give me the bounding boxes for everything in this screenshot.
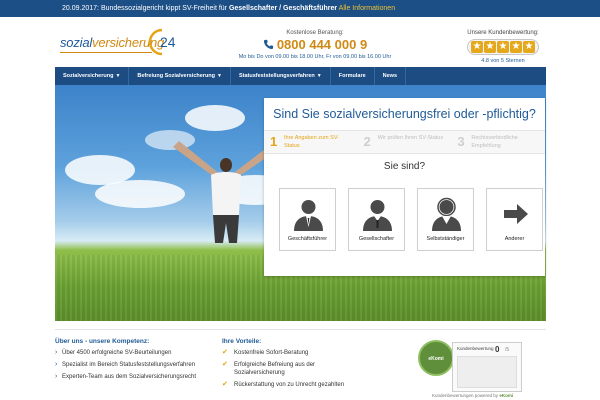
ekomi-label: Kundenbewertung bbox=[457, 346, 494, 351]
nav-item-befreiung[interactable]: Befreiung Sozialversicherung ▼ bbox=[129, 67, 231, 85]
contact-block: Kostenlose Beratung: 0800 444 000 9 Mo b… bbox=[230, 30, 400, 60]
star-icon: ★ bbox=[497, 41, 509, 53]
list-item: Rückerstattung von zu Unrecht gezahlten bbox=[222, 381, 362, 389]
option-geschaeftsfuehrer[interactable]: Geschäftsführer bbox=[279, 188, 336, 251]
cloud bbox=[95, 180, 185, 208]
main-nav: Sozialversicherung ▼ Befreiung Sozialvers… bbox=[55, 67, 546, 85]
nav-item-label: Statusfeststellungsverfahren bbox=[238, 73, 315, 79]
star-icon: ★ bbox=[523, 41, 535, 53]
ekomi-caption: Kundenbewertungen powered by eKomi bbox=[432, 393, 513, 398]
option-anderer[interactable]: Anderer bbox=[486, 188, 543, 251]
logo-underline bbox=[60, 52, 152, 53]
list-item: Experten-Team aus dem Sozialversicherung… bbox=[55, 373, 205, 381]
option-cards: Geschäftsführer Gesellschafter Selbststä… bbox=[279, 188, 543, 251]
chevron-down-icon: ▼ bbox=[316, 73, 322, 79]
about-section: Über uns - unsere Kompetenz: Über 4500 e… bbox=[55, 338, 205, 385]
manager-person-icon bbox=[294, 200, 323, 231]
option-gesellschafter[interactable]: Gesellschafter bbox=[348, 188, 405, 251]
phone-number[interactable]: 0800 444 000 9 bbox=[230, 37, 400, 52]
step-text: Ihre Angaben zum SV-Status bbox=[284, 135, 340, 149]
star-icon: ★ bbox=[510, 41, 522, 53]
list-item: Über 4500 erfolgreiche SV-Beurteilungen bbox=[55, 349, 205, 357]
ekomi-box: Kundenbewertung 0 /5 bbox=[452, 342, 522, 392]
news-text: Bundessozialgericht kippt SV-Freiheit fü… bbox=[100, 5, 227, 12]
cloud bbox=[185, 105, 245, 131]
step-text: Rechtsverbindliche Empfehlung bbox=[471, 135, 518, 149]
rating-block[interactable]: Unsere Kundenbewertung: ★ ★ ★ ★ ★ 4.8 vo… bbox=[464, 30, 542, 64]
star-icon: ★ bbox=[471, 41, 483, 53]
logo[interactable]: sozialversicherung 24 bbox=[60, 28, 180, 58]
contact-hours: Mo bis Do von 09.00 bis 18.00 Uhr, Fr vo… bbox=[238, 54, 392, 60]
option-label: Selbstständiger bbox=[426, 236, 465, 242]
ekomi-widget[interactable]: eKomi Kundenbewertung 0 /5 Kundenbewertu… bbox=[418, 340, 522, 398]
ekomi-brand: eKomi bbox=[499, 393, 514, 398]
ekomi-scale: /5 bbox=[505, 347, 510, 353]
contact-label: Kostenlose Beratung: bbox=[286, 30, 344, 36]
step-2: 2 Wir prüfen Ihren SV-Status bbox=[358, 131, 452, 153]
list-item: Kostenfreie Sofort-Beratung bbox=[222, 349, 362, 357]
nav-item-label: Formulare bbox=[338, 73, 366, 79]
step-number: 1 bbox=[270, 134, 278, 149]
advantages-list: Kostenfreie Sofort-Beratung Erfolgreiche… bbox=[222, 349, 362, 389]
about-list: Über 4500 erfolgreiche SV-Beurteilungen … bbox=[55, 349, 205, 381]
rating-stars: ★ ★ ★ ★ ★ bbox=[467, 39, 539, 55]
phone-number-text: 0800 444 000 9 bbox=[276, 37, 368, 52]
advantages-section: Ihre Vorteile: Kostenfreie Sofort-Beratu… bbox=[222, 338, 362, 393]
freelancer-person-icon bbox=[432, 197, 461, 231]
ekomi-caption-text: Kundenbewertungen powered by bbox=[432, 393, 499, 398]
nav-item-news[interactable]: News bbox=[375, 67, 407, 85]
step-progress: 1 Ihre Angaben zum SV-Status 2 Wir prüfe… bbox=[264, 130, 545, 154]
nav-item-label: Sozialversicherung bbox=[63, 73, 114, 79]
news-date: 20.09.2017: bbox=[62, 5, 99, 12]
chevron-down-icon: ▼ bbox=[115, 73, 121, 79]
panel-subquestion: Sie sind? bbox=[383, 161, 426, 172]
option-label: Gesellschafter bbox=[358, 236, 395, 242]
step-3: 3 Rechtsverbindliche Empfehlung bbox=[451, 131, 545, 153]
nav-item-sozialversicherung[interactable]: Sozialversicherung ▼ bbox=[55, 67, 130, 85]
step-text: Wir prüfen Ihren SV-Status bbox=[377, 135, 444, 141]
step-number: 2 bbox=[363, 134, 371, 149]
ekomi-count: 0 bbox=[495, 345, 500, 354]
arrow-right-icon bbox=[504, 204, 528, 224]
news-bar: 20.09.2017: Bundessozialgericht kippt SV… bbox=[0, 0, 600, 17]
nav-item-formulare[interactable]: Formulare bbox=[331, 67, 375, 85]
nav-item-label: Befreiung Sozialversicherung bbox=[137, 73, 216, 79]
chevron-down-icon: ▼ bbox=[217, 73, 222, 79]
rating-score: 4.8 von 5 Sternen bbox=[481, 58, 525, 64]
logo-text-main: sozial bbox=[60, 35, 93, 50]
step-1: 1 Ihre Angaben zum SV-Status bbox=[264, 131, 358, 153]
option-selbststaendiger[interactable]: Selbstständiger bbox=[417, 188, 474, 251]
ekomi-preview bbox=[457, 356, 517, 388]
question-panel: Sind Sie sozialversicherungsfrei oder -p… bbox=[264, 98, 545, 276]
logo-number: 24 bbox=[160, 34, 176, 50]
star-icon: ★ bbox=[484, 41, 496, 53]
panel-question: Sind Sie sozialversicherungsfrei oder -p… bbox=[273, 107, 536, 121]
news-highlight: Gesellschafter / Geschäftsführer bbox=[228, 5, 338, 12]
step-number: 3 bbox=[457, 134, 465, 149]
section-divider bbox=[55, 329, 546, 330]
news-link[interactable]: Alle Informationen bbox=[339, 5, 395, 12]
ekomi-seal: eKomi bbox=[418, 340, 454, 376]
option-label: Geschäftsführer bbox=[287, 236, 328, 242]
nav-item-label: News bbox=[382, 73, 398, 79]
about-title: Über uns - unsere Kompetenz: bbox=[55, 338, 150, 345]
partner-person-icon bbox=[363, 200, 392, 231]
list-item: Erfolgreiche Befreiung aus der Sozialver… bbox=[222, 361, 362, 377]
nav-item-statusfeststellung[interactable]: Statusfeststellungsverfahren ▼ bbox=[231, 67, 331, 85]
advantages-title: Ihre Vorteile: bbox=[222, 338, 262, 345]
phone-icon bbox=[263, 39, 273, 50]
list-item: Spezialist im Bereich Statusfeststellung… bbox=[55, 361, 205, 369]
rating-label: Unsere Kundenbewertung: bbox=[467, 30, 539, 36]
option-label: Anderer bbox=[504, 236, 525, 242]
